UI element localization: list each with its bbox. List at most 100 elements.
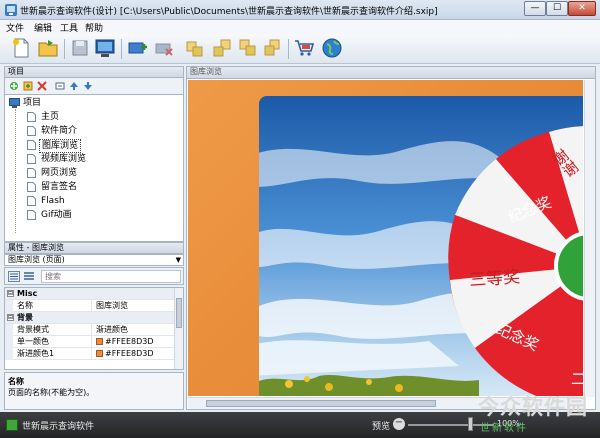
properties-toolbar: 搜索 — [4, 267, 184, 285]
watermark-logo: 今众软件园 — [478, 394, 588, 419]
tree-item-label: 图库浏览 — [39, 139, 82, 153]
property-row-gradient-color[interactable]: 渐进颜色1 #FFEE8D3D — [5, 348, 175, 360]
add-item-icon[interactable] — [127, 37, 149, 59]
add-page-icon[interactable] — [9, 81, 19, 91]
property-key: 渐进颜色1 — [17, 349, 55, 358]
preview-panel: 图库浏览 谢谢 纪念奖 三等奖 纪念奖 二 — [186, 66, 596, 410]
tree-item-label: 网页浏览 — [41, 168, 78, 178]
design-canvas[interactable]: 谢谢 纪念奖 三等奖 纪念奖 二 — [188, 80, 583, 396]
color-swatch — [96, 350, 103, 357]
property-key: 单一颜色 — [17, 337, 49, 346]
property-row-name[interactable]: 名称 图库浏览 — [5, 300, 175, 312]
app-status-icon — [6, 419, 18, 431]
scrollbar-thumb[interactable] — [176, 298, 182, 328]
project-icon — [9, 98, 20, 108]
property-value[interactable]: #FFEE8D3D — [91, 348, 154, 360]
menu-edit[interactable]: 编辑 — [34, 21, 52, 34]
align-right-icon[interactable] — [211, 37, 233, 59]
new-page-icon[interactable] — [10, 37, 32, 59]
zoom-out-icon[interactable]: − — [393, 418, 405, 430]
category-label: 背景 — [17, 313, 33, 322]
toolbar — [0, 34, 600, 64]
page-icon — [27, 112, 36, 122]
save-icon[interactable] — [69, 37, 91, 59]
align-top-icon[interactable] — [237, 37, 259, 59]
tree-guide-line — [15, 109, 16, 233]
row-gutter — [5, 336, 13, 348]
rename-icon[interactable] — [55, 81, 65, 91]
tree-root-label: 项目 — [23, 98, 42, 108]
toolbar-separator — [121, 39, 122, 59]
object-select[interactable]: 图库浏览 (页面) ▼ — [4, 254, 184, 266]
property-value[interactable]: 渐进颜色 — [91, 324, 128, 336]
toolbar-separator — [288, 39, 289, 59]
property-row-bg-mode[interactable]: 背景模式 渐进颜色 — [5, 324, 175, 336]
preview-label: 预览 — [372, 422, 391, 432]
row-gutter — [5, 324, 13, 336]
preview-header: 图库浏览 — [187, 67, 595, 79]
property-search-input[interactable]: 搜索 — [41, 270, 181, 283]
menu-help[interactable]: 帮助 — [85, 21, 103, 34]
property-value[interactable]: #FFEE8D3D — [91, 336, 154, 348]
property-description: 名称 页面的名称(不能为空)。 — [4, 372, 184, 410]
status-text: 世新晨示查询软件 — [22, 422, 95, 432]
menu-file[interactable]: 文件 — [6, 21, 24, 34]
menu-bar: 文件 编辑 工具 帮助 — [0, 20, 600, 34]
align-left-icon[interactable] — [184, 37, 206, 59]
wheel-label: 二 — [571, 370, 583, 388]
publish-icon[interactable] — [94, 37, 116, 59]
categorized-view-icon[interactable] — [8, 271, 20, 282]
delete-icon[interactable] — [37, 81, 47, 91]
title-bar: 世新晨示查询软件(设计) [C:\Users\Public\Documents\… — [0, 0, 600, 20]
align-bottom-icon[interactable] — [262, 37, 284, 59]
close-button[interactable]: ✕ — [568, 1, 596, 16]
description-title: 名称 — [8, 377, 24, 386]
page-icon — [27, 154, 36, 164]
tree-item-label: Gif动画 — [41, 210, 72, 220]
property-row-single-color[interactable]: 单一颜色 #FFEE8D3D — [5, 336, 175, 348]
row-gutter — [5, 300, 13, 312]
page-icon — [27, 168, 36, 178]
globe-icon[interactable] — [321, 37, 343, 59]
category-label: Misc — [17, 289, 38, 298]
background-photo[interactable]: 谢谢 纪念奖 三等奖 纪念奖 二 — [259, 96, 583, 396]
add-subpage-icon[interactable] — [23, 81, 33, 91]
color-value: #FFEE8D3D — [105, 349, 154, 358]
minimize-button[interactable]: — — [524, 1, 546, 16]
tree-toolbar — [4, 78, 184, 94]
page-icon — [27, 210, 36, 220]
page-icon — [27, 140, 36, 150]
category-misc[interactable]: ⊟ Misc — [5, 288, 175, 300]
move-up-icon[interactable] — [69, 81, 79, 91]
properties-panel-header: 属性 - 图库浏览 — [4, 242, 184, 254]
wheel-label: 三等奖 — [468, 267, 521, 291]
collapse-icon[interactable]: ⊟ — [7, 314, 14, 321]
project-panel-header: 项目 — [4, 66, 184, 78]
property-value[interactable]: 图库浏览 — [91, 300, 128, 312]
cart-icon[interactable] — [293, 37, 315, 59]
menu-tools[interactable]: 工具 — [60, 21, 78, 34]
scrollbar-thumb[interactable] — [206, 400, 436, 407]
watermark-subtitle: 世新软件 — [480, 423, 528, 434]
collapse-icon[interactable]: ⊟ — [7, 290, 14, 297]
tree-item-label: 主页 — [41, 112, 60, 122]
preview-vertical-scrollbar[interactable] — [584, 80, 595, 397]
left-panel: 项目 项目 主页 软件简介 图库浏览 视频库浏览 网页浏览 留言签名 Flash… — [4, 66, 184, 410]
tree-item-label: 留言签名 — [41, 182, 78, 192]
page-icon — [27, 182, 36, 192]
category-background[interactable]: ⊟ 背景 — [5, 312, 175, 324]
color-swatch — [96, 338, 103, 345]
tree-item-label: Flash — [41, 196, 65, 206]
property-key: 名称 — [17, 301, 33, 310]
zoom-slider-thumb[interactable] — [468, 417, 473, 431]
open-folder-icon[interactable] — [37, 37, 59, 59]
project-tree: 项目 主页 软件简介 图库浏览 视频库浏览 网页浏览 留言签名 Flash Gi… — [4, 94, 184, 242]
page-icon — [27, 126, 36, 136]
maximize-button[interactable]: ☐ — [546, 1, 568, 16]
chevron-down-icon: ▼ — [175, 256, 181, 264]
alphabetical-view-icon[interactable] — [23, 271, 35, 282]
move-down-icon[interactable] — [83, 81, 93, 91]
remove-item-icon[interactable] — [153, 37, 175, 59]
property-grid-scrollbar[interactable] — [174, 288, 183, 369]
description-text: 页面的名称(不能为空)。 — [8, 388, 95, 397]
